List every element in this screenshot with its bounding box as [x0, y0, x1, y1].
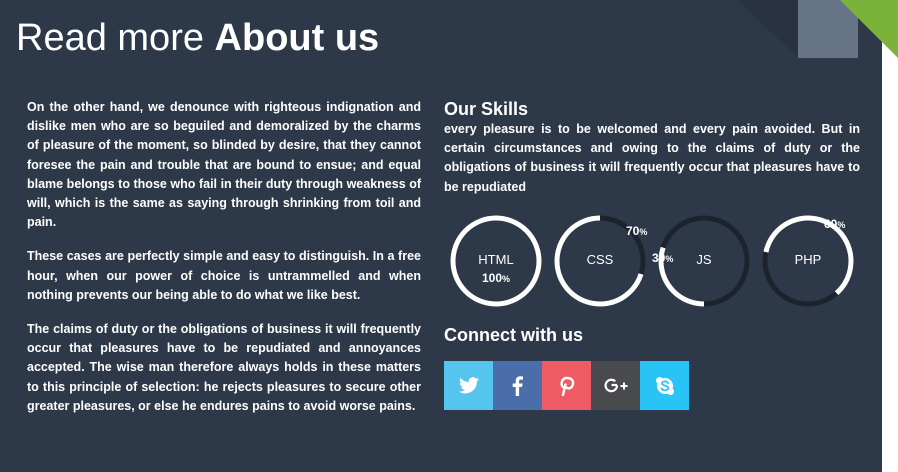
skype-button[interactable] [640, 361, 689, 410]
skill-name: HTML [478, 252, 514, 267]
skill-percent: 70% [626, 224, 648, 238]
twitter-icon [458, 377, 479, 394]
skill-percent: 30% [652, 251, 674, 265]
page-title-light: Read more [16, 17, 204, 59]
about-text: On the other hand, we denounce with righ… [27, 98, 421, 431]
skills-section: Our Skills every pleasure is to be welco… [444, 98, 860, 197]
skill-name: CSS [586, 252, 614, 267]
pinterest-icon [559, 376, 574, 396]
skill-name: PHP [794, 252, 822, 267]
about-paragraph: These cases are perfectly simple and eas… [27, 249, 421, 302]
facebook-icon [512, 375, 523, 396]
page-title-bold: About us [214, 17, 380, 59]
skill-php: PHP 60% [758, 211, 858, 311]
skill-css: CSS 70% [550, 211, 650, 311]
connect-heading: Connect with us [444, 325, 583, 345]
page-edge-strip [882, 0, 898, 472]
social-buttons [444, 361, 689, 410]
about-paragraph: The claims of duty or the obligations of… [27, 322, 421, 413]
corner-ribbon-decoration [738, 0, 898, 58]
skype-icon [655, 376, 674, 395]
skill-js: JS 30% [652, 211, 754, 311]
skill-percent: 60% [824, 217, 846, 231]
google-plus-button[interactable] [591, 361, 640, 410]
skill-html: HTML 100% [446, 211, 546, 311]
facebook-button[interactable] [493, 361, 542, 410]
about-paragraph: On the other hand, we denounce with righ… [27, 100, 421, 230]
skill-percent: 100% [482, 271, 511, 285]
pinterest-button[interactable] [542, 361, 591, 410]
skills-heading: Our Skills [444, 99, 529, 119]
google-plus-icon [604, 378, 627, 392]
twitter-button[interactable] [444, 361, 493, 410]
page-title: Read more About us [16, 16, 379, 60]
skills-description: every pleasure is to be welcomed and eve… [444, 122, 860, 194]
